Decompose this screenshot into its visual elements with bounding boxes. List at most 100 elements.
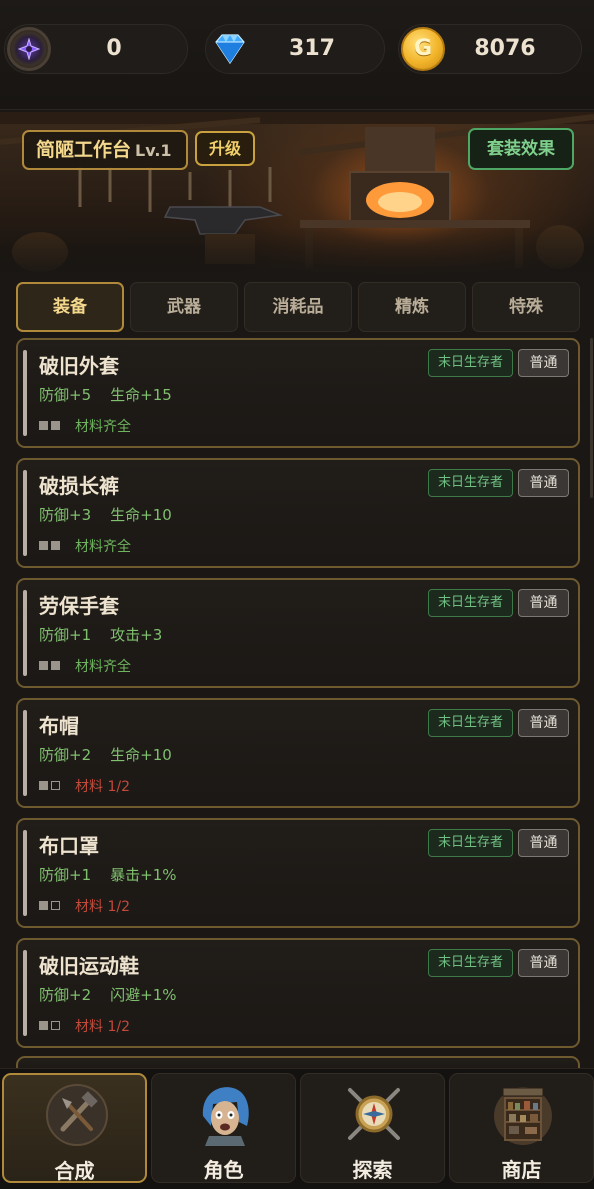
recipe-card[interactable]: 布口罩 防御+1 暴击+1% 材料 1/2 末日生存者 普通 — [16, 818, 580, 928]
recipe-stats: 防御+5 生命+15 — [39, 386, 172, 404]
material-slot-filled — [39, 1020, 48, 1030]
recipe-materials: 材料 1/2 — [39, 1016, 130, 1035]
material-slot-filled — [39, 900, 48, 910]
diamond-icon — [208, 27, 252, 71]
workstation-title: 简陋工作台 Lv.1 — [22, 130, 188, 170]
recipe-card[interactable]: 破损长裤 防御+3 生命+10 材料齐全 末日生存者 普通 — [16, 458, 580, 568]
recipe-name: 布口罩 — [39, 834, 99, 858]
materials-status: 材料齐全 — [75, 419, 131, 435]
shop-shelf-icon — [494, 1087, 552, 1145]
rarity-tag: 普通 — [518, 709, 569, 737]
recipe-stats: 防御+1 暴击+1% — [39, 866, 177, 884]
character-portrait-icon — [202, 1087, 249, 1146]
nav-character-label: 角色 — [203, 1158, 244, 1182]
set-tag: 末日生存者 — [428, 349, 513, 377]
crafting-tools-icon — [46, 1084, 108, 1146]
gold-amount: 8076 — [474, 36, 536, 61]
materials-status: 材料 1/2 — [75, 899, 130, 915]
rarity-tag: 普通 — [518, 949, 569, 977]
workstation-name: 简陋工作台 — [36, 139, 132, 161]
recipe-stats: 防御+2 闪避+1% — [39, 986, 177, 1004]
rarity-bar — [23, 950, 27, 1036]
tab-consumables[interactable]: 消耗品 — [244, 282, 352, 332]
material-slot-filled — [39, 660, 48, 670]
recipe-stats: 防御+1 攻击+3 — [39, 626, 163, 644]
nav-explore-label: 探索 — [352, 1158, 393, 1182]
recipe-name: 破旧运动鞋 — [39, 954, 139, 978]
tab-refine[interactable]: 精炼 — [358, 282, 466, 332]
recipe-materials: 材料齐全 — [39, 656, 131, 675]
rarity-tag: 普通 — [518, 469, 569, 497]
set-tag: 末日生存者 — [428, 709, 513, 737]
material-slot-empty — [51, 900, 60, 910]
rune-amount: 0 — [106, 36, 122, 61]
set-effect-button[interactable]: 套装效果 — [468, 128, 574, 170]
nav-character[interactable]: 角色 — [151, 1073, 296, 1183]
recipe-stats: 防御+3 生命+10 — [39, 506, 172, 524]
rarity-bar — [23, 710, 27, 796]
recipe-card[interactable]: 劳保手套 防御+1 攻击+3 材料齐全 末日生存者 普通 — [16, 578, 580, 688]
diamond-amount: 317 — [289, 36, 335, 61]
nav-shop[interactable]: 商店 — [449, 1073, 594, 1183]
workstation-level: Lv.1 — [135, 141, 172, 160]
recipe-card[interactable]: 破旧外套 防御+5 生命+15 材料齐全 末日生存者 普通 — [16, 338, 580, 448]
nav-crafting-label: 合成 — [54, 1159, 95, 1183]
materials-status: 材料齐全 — [75, 659, 131, 675]
material-slot-filled — [39, 540, 48, 550]
recipe-name: 破损长裤 — [39, 474, 119, 498]
recipe-name: 布帽 — [39, 714, 79, 738]
rarity-tag: 普通 — [518, 829, 569, 857]
rune-currency[interactable]: 0 — [4, 24, 188, 74]
materials-status: 材料齐全 — [75, 539, 131, 555]
recipe-card[interactable]: 布帽 防御+2 生命+10 材料 1/2 末日生存者 普通 — [16, 698, 580, 808]
material-slot-empty — [51, 780, 60, 790]
recipe-card-partial[interactable] — [16, 1056, 580, 1068]
material-slot-empty — [51, 1020, 60, 1030]
currency-bar: 0 317 G 8076 — [0, 0, 594, 110]
tab-weapons[interactable]: 武器 — [130, 282, 238, 332]
recipe-materials: 材料齐全 — [39, 536, 131, 555]
list-scrollbar[interactable] — [590, 338, 593, 498]
nav-shop-label: 商店 — [501, 1158, 542, 1182]
nav-crafting[interactable]: 合成 — [2, 1073, 147, 1183]
recipe-materials: 材料 1/2 — [39, 776, 130, 795]
set-tag: 末日生存者 — [428, 469, 513, 497]
material-slot-filled — [39, 780, 48, 790]
gold-coin-glyph: G — [413, 36, 433, 61]
recipe-materials: 材料齐全 — [39, 416, 131, 435]
workshop-banner: 简陋工作台 Lv.1 升级 套装效果 — [0, 112, 594, 277]
set-tag: 末日生存者 — [428, 829, 513, 857]
materials-status: 材料 1/2 — [75, 1019, 130, 1035]
material-slot-filled — [39, 420, 48, 430]
nav-explore[interactable]: 探索 — [300, 1073, 445, 1183]
rarity-tag: 普通 — [518, 589, 569, 617]
compass-swords-icon — [348, 1088, 400, 1140]
recipe-card[interactable]: 破旧运动鞋 防御+2 闪避+1% 材料 1/2 末日生存者 普通 — [16, 938, 580, 1048]
gold-coin-icon: G — [401, 27, 445, 71]
banner-fade — [0, 227, 594, 277]
tab-equipment[interactable]: 装备 — [16, 282, 124, 332]
recipe-name: 劳保手套 — [39, 594, 119, 618]
tab-special[interactable]: 特殊 — [472, 282, 580, 332]
set-tag: 末日生存者 — [428, 589, 513, 617]
diamond-currency[interactable]: 317 — [205, 24, 385, 74]
material-slot-filled — [51, 420, 60, 430]
rarity-bar — [23, 350, 27, 436]
recipe-stats: 防御+2 生命+10 — [39, 746, 172, 764]
rarity-bar — [23, 470, 27, 556]
recipe-name: 破旧外套 — [39, 354, 119, 378]
recipe-list[interactable]: 破旧外套 防御+5 生命+15 材料齐全 末日生存者 普通 破损长裤 防御+3 … — [16, 338, 580, 1068]
rarity-tag: 普通 — [518, 349, 569, 377]
materials-status: 材料 1/2 — [75, 779, 130, 795]
bottom-navigation: 合成 角色 探索 商店 — [0, 1068, 594, 1189]
purple-rune-icon — [7, 27, 51, 71]
rarity-bar — [23, 830, 27, 916]
material-slot-filled — [51, 660, 60, 670]
gold-currency[interactable]: G 8076 — [398, 24, 582, 74]
material-slot-filled — [51, 540, 60, 550]
upgrade-button[interactable]: 升级 — [195, 131, 255, 166]
rarity-bar — [23, 590, 27, 676]
category-tabs: 装备 武器 消耗品 精炼 特殊 — [16, 282, 580, 332]
set-tag: 末日生存者 — [428, 949, 513, 977]
recipe-materials: 材料 1/2 — [39, 896, 130, 915]
